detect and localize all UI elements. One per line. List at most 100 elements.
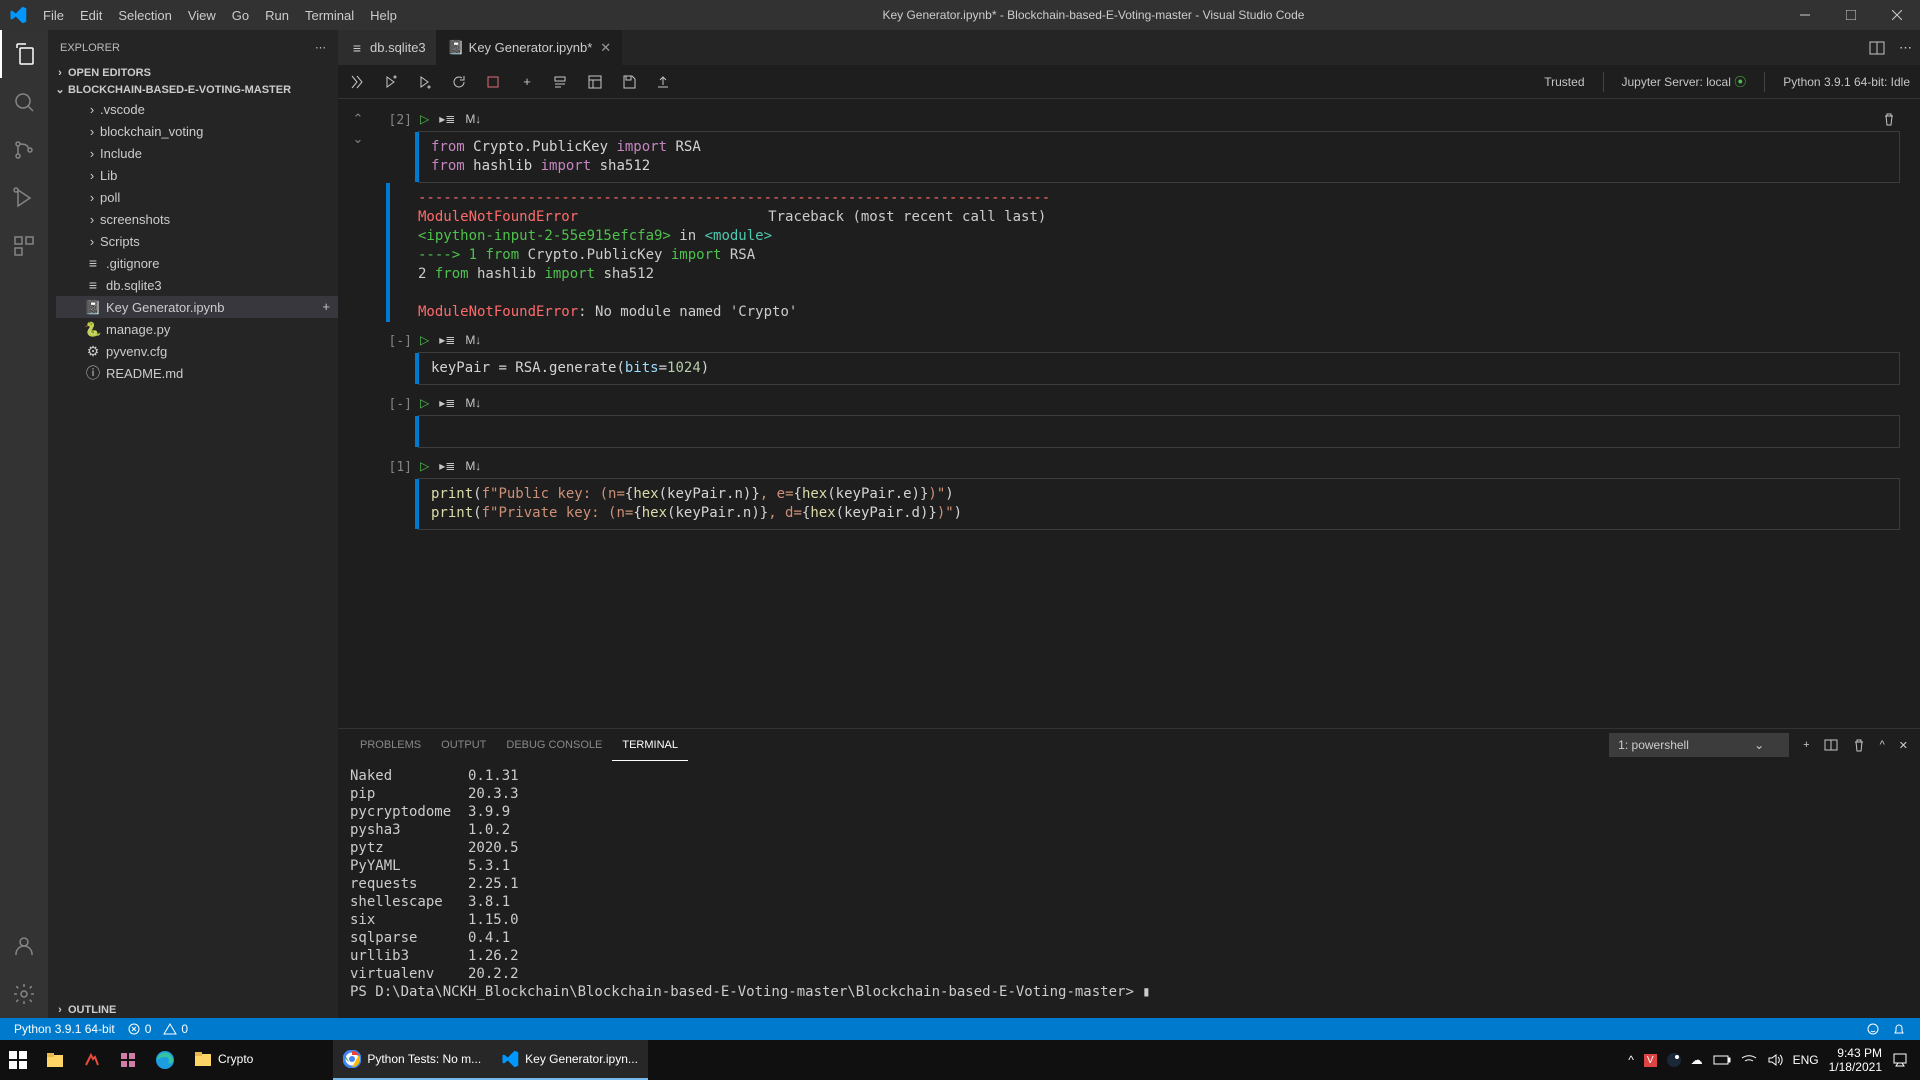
run-cell-icon[interactable]: ▷ bbox=[420, 333, 429, 347]
notebook-cell[interactable]: [1]▷▸≣M↓print(f"Public key: (n={hex(keyP… bbox=[338, 456, 1920, 538]
save-icon[interactable] bbox=[620, 73, 638, 91]
open-editors-section[interactable]: › OPEN EDITORS bbox=[48, 65, 338, 81]
minimize-button[interactable] bbox=[1782, 0, 1828, 30]
tree-item[interactable]: ≡.gitignore bbox=[56, 252, 338, 274]
close-button[interactable] bbox=[1874, 0, 1920, 30]
run-below-icon[interactable] bbox=[416, 73, 434, 91]
add-cell-icon[interactable]: + bbox=[518, 73, 536, 91]
tray-volume-icon[interactable] bbox=[1767, 1053, 1783, 1067]
terminal-body[interactable]: Naked 0.1.31pip 20.3.3pycryptodome 3.9.9… bbox=[338, 761, 1920, 1018]
code-cell[interactable]: keyPair = RSA.generate(bits=1024) bbox=[418, 352, 1900, 385]
explorer-more-icon[interactable]: ⋯ bbox=[315, 41, 326, 54]
kill-terminal-icon[interactable] bbox=[1852, 738, 1866, 752]
tray-steam-icon[interactable] bbox=[1667, 1053, 1681, 1067]
activity-accounts[interactable] bbox=[0, 922, 48, 970]
run-cell-icon[interactable]: ▷ bbox=[420, 112, 429, 126]
tray-clock[interactable]: 9:43 PM 1/18/2021 bbox=[1829, 1046, 1882, 1074]
fold-up-icon[interactable]: ⌃ bbox=[353, 111, 364, 127]
menu-view[interactable]: View bbox=[180, 0, 224, 30]
split-editor-icon[interactable] bbox=[1869, 40, 1885, 56]
tray-wifi-icon[interactable] bbox=[1741, 1053, 1757, 1067]
code-cell[interactable] bbox=[418, 415, 1900, 448]
task-vscode[interactable]: Key Generator.ipyn... bbox=[491, 1040, 648, 1080]
maximize-button[interactable] bbox=[1828, 0, 1874, 30]
clear-output-icon[interactable] bbox=[552, 73, 570, 91]
fold-down-icon[interactable]: ⌄ bbox=[353, 131, 364, 147]
tray-action-center-icon[interactable] bbox=[1892, 1052, 1908, 1068]
notebook-cell[interactable]: ⌃⌄[2]▷▸≣M↓from Crypto.PublicKey import R… bbox=[338, 109, 1920, 330]
menu-run[interactable]: Run bbox=[257, 0, 297, 30]
tray-icon-1[interactable]: V bbox=[1644, 1054, 1657, 1067]
activity-source-control[interactable] bbox=[0, 126, 48, 174]
trusted-label[interactable]: Trusted bbox=[1544, 75, 1584, 89]
outline-section[interactable]: › OUTLINE bbox=[48, 1002, 338, 1018]
project-section[interactable]: ⌄ BLOCKCHAIN-BASED-E-VOTING-MASTER bbox=[48, 81, 338, 98]
restart-icon[interactable] bbox=[450, 73, 468, 91]
run-by-line-icon[interactable]: ▸≣ bbox=[439, 333, 455, 347]
code-cell[interactable]: print(f"Public key: (n={hex(keyPair.n)},… bbox=[418, 478, 1900, 530]
markdown-icon[interactable]: M↓ bbox=[465, 112, 481, 126]
run-by-line-icon[interactable]: ▸≣ bbox=[439, 459, 455, 473]
export-icon[interactable] bbox=[654, 73, 672, 91]
menu-file[interactable]: File bbox=[35, 0, 72, 30]
task-edge[interactable] bbox=[146, 1040, 184, 1080]
tray-battery-icon[interactable] bbox=[1713, 1054, 1731, 1066]
task-chrome[interactable]: Python Tests: No m... bbox=[333, 1040, 491, 1080]
panel-tab-problems[interactable]: PROBLEMS bbox=[350, 729, 431, 761]
tray-lang[interactable]: ENG bbox=[1793, 1053, 1819, 1067]
tree-item[interactable]: ≡db.sqlite3 bbox=[56, 274, 338, 296]
run-cell-icon[interactable]: ▷ bbox=[420, 396, 429, 410]
tray-icon-3[interactable]: ☁ bbox=[1691, 1053, 1703, 1067]
tree-item[interactable]: ⓘREADME.md bbox=[56, 362, 338, 384]
run-by-line-icon[interactable]: ▸≣ bbox=[439, 112, 455, 126]
panel-tab-output[interactable]: OUTPUT bbox=[431, 729, 496, 761]
menu-help[interactable]: Help bbox=[362, 0, 405, 30]
menu-edit[interactable]: Edit bbox=[72, 0, 110, 30]
jupyter-server-label[interactable]: Jupyter Server: local ⦿ bbox=[1622, 73, 1747, 90]
notebook-cell[interactable]: [-]▷▸≣M↓keyPair = RSA.generate(bits=1024… bbox=[338, 330, 1920, 393]
variables-icon[interactable] bbox=[586, 73, 604, 91]
tree-item[interactable]: 📓Key Generator.ipynb bbox=[56, 296, 338, 318]
interrupt-icon[interactable] bbox=[484, 73, 502, 91]
markdown-icon[interactable]: M↓ bbox=[465, 333, 481, 347]
markdown-icon[interactable]: M↓ bbox=[465, 459, 481, 473]
tree-item[interactable]: ›poll bbox=[56, 186, 338, 208]
tab-key-generator[interactable]: 📓 Key Generator.ipynb* ✕ bbox=[437, 30, 623, 65]
tree-item[interactable]: ›Include bbox=[56, 142, 338, 164]
close-tab-icon[interactable]: ✕ bbox=[600, 40, 611, 56]
activity-search[interactable] bbox=[0, 78, 48, 126]
tree-item[interactable]: 🐍manage.py bbox=[56, 318, 338, 340]
status-warnings[interactable]: 0 bbox=[157, 1022, 194, 1036]
run-cell-icon[interactable]: ▷ bbox=[420, 459, 429, 473]
new-terminal-icon[interactable]: + bbox=[1803, 739, 1809, 751]
add-file-icon[interactable]: + bbox=[322, 299, 330, 314]
task-crypto-folder[interactable]: Crypto bbox=[184, 1040, 263, 1080]
tree-item[interactable]: ›Lib bbox=[56, 164, 338, 186]
menu-go[interactable]: Go bbox=[224, 0, 257, 30]
panel-tab-debug-console[interactable]: DEBUG CONSOLE bbox=[496, 729, 612, 761]
kernel-label[interactable]: Python 3.9.1 64-bit: Idle bbox=[1783, 75, 1910, 89]
menu-selection[interactable]: Selection bbox=[110, 0, 179, 30]
more-actions-icon[interactable]: ⋯ bbox=[1899, 40, 1912, 56]
terminal-select[interactable]: 1: powershell⌄ bbox=[1609, 733, 1789, 757]
task-app-1[interactable] bbox=[74, 1040, 110, 1080]
tree-item[interactable]: ›Scripts bbox=[56, 230, 338, 252]
activity-run-debug[interactable] bbox=[0, 174, 48, 222]
markdown-icon[interactable]: M↓ bbox=[465, 396, 481, 410]
status-feedback-icon[interactable] bbox=[1860, 1022, 1886, 1036]
activity-settings[interactable] bbox=[0, 970, 48, 1018]
delete-cell-icon[interactable] bbox=[1882, 112, 1896, 126]
run-by-line-icon[interactable]: ▸≣ bbox=[439, 396, 455, 410]
tree-item[interactable]: ⚙pyvenv.cfg bbox=[56, 340, 338, 362]
status-errors[interactable]: 0 bbox=[121, 1022, 158, 1036]
maximize-panel-icon[interactable]: ^ bbox=[1880, 739, 1885, 751]
activity-extensions[interactable] bbox=[0, 222, 48, 270]
menu-terminal[interactable]: Terminal bbox=[297, 0, 362, 30]
status-bell-icon[interactable] bbox=[1886, 1022, 1912, 1036]
task-app-2[interactable] bbox=[110, 1040, 146, 1080]
status-python[interactable]: Python 3.9.1 64-bit bbox=[8, 1022, 121, 1036]
task-explorer[interactable] bbox=[36, 1040, 74, 1080]
tree-item[interactable]: ›.vscode bbox=[56, 98, 338, 120]
notebook-cell[interactable]: [-]▷▸≣M↓ bbox=[338, 393, 1920, 456]
close-panel-icon[interactable]: ✕ bbox=[1899, 739, 1908, 752]
